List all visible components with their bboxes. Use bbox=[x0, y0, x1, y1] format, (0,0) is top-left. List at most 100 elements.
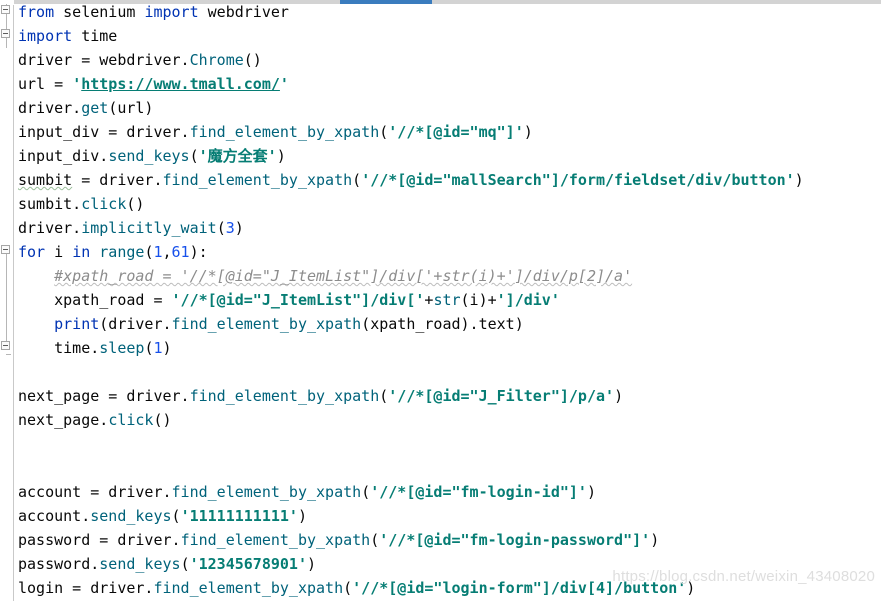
code-line[interactable]: for i in range(1,61): bbox=[14, 240, 881, 264]
code-token: get bbox=[81, 99, 109, 117]
code-editor[interactable]: from selenium import webdriver import tim… bbox=[0, 0, 881, 601]
code-token: selenium bbox=[54, 3, 145, 21]
code-token: sleep bbox=[99, 339, 145, 357]
code-token: ( bbox=[180, 555, 190, 573]
code-token: xpath_road = bbox=[18, 291, 172, 309]
code-token: ) bbox=[523, 123, 533, 141]
code-token: str bbox=[433, 291, 461, 309]
code-token: account = driver. bbox=[18, 483, 172, 501]
code-token: ) bbox=[794, 171, 804, 189]
code-line[interactable]: next_page.click() bbox=[14, 408, 881, 432]
code-token: '//*[@id="fm-login-id"]' bbox=[370, 483, 587, 501]
code-line[interactable]: xpath_road = '//*[@id="J_ItemList"]/div[… bbox=[14, 288, 881, 312]
code-token: find_element_by_xpath bbox=[189, 387, 380, 405]
code-token: time. bbox=[18, 339, 100, 357]
code-line[interactable]: driver.implicitly_wait(3) bbox=[14, 216, 881, 240]
code-line[interactable]: account = driver.find_element_by_xpath('… bbox=[14, 480, 881, 504]
code-token: = driver. bbox=[72, 171, 163, 189]
code-token: ( bbox=[379, 123, 389, 141]
code-token: https://www.tmall.com/ bbox=[81, 75, 280, 93]
code-line[interactable]: input_div.send_keys('魔方全套') bbox=[14, 144, 881, 168]
code-token: url = bbox=[18, 75, 73, 93]
editor-gutter[interactable] bbox=[0, 0, 14, 601]
code-token: 1 bbox=[153, 339, 163, 357]
code-token: find_element_by_xpath bbox=[171, 315, 362, 333]
code-token: ): bbox=[189, 243, 208, 261]
code-line[interactable]: #xpath_road = '//*[@id="J_ItemList"]/div… bbox=[14, 264, 881, 288]
fold-marker-imports[interactable] bbox=[1, 5, 10, 14]
code-line[interactable]: time.sleep(1) bbox=[14, 336, 881, 360]
code-token: 61 bbox=[171, 243, 190, 261]
code-line[interactable]: sumbit.click() bbox=[14, 192, 881, 216]
code-token: 3 bbox=[225, 219, 235, 237]
code-token: + bbox=[487, 291, 497, 309]
code-token: ) bbox=[307, 555, 317, 573]
code-token: click bbox=[108, 411, 154, 429]
code-token: input_div. bbox=[18, 147, 109, 165]
code-token: '//*[@id="fm-login-password"]' bbox=[379, 531, 651, 549]
code-token: (i) bbox=[460, 291, 488, 309]
code-line[interactable] bbox=[14, 360, 881, 384]
code-token: find_element_by_xpath bbox=[189, 123, 380, 141]
code-line[interactable]: import time bbox=[14, 24, 881, 48]
code-token: driver = webdriver. bbox=[18, 51, 190, 69]
code-token: (driver. bbox=[99, 315, 172, 333]
code-token: ( bbox=[361, 483, 371, 501]
code-token: send_keys bbox=[90, 507, 172, 525]
code-line[interactable]: sumbit = driver.find_element_by_xpath('/… bbox=[14, 168, 881, 192]
code-token: '12345678901' bbox=[189, 555, 307, 573]
code-token: sumbit. bbox=[18, 195, 82, 213]
code-line[interactable]: from selenium import webdriver bbox=[14, 0, 881, 24]
fold-marker-import-time[interactable] bbox=[1, 29, 10, 38]
code-token: ( bbox=[189, 147, 199, 165]
code-token: i bbox=[45, 243, 73, 261]
code-token: 1 bbox=[153, 243, 163, 261]
code-line[interactable] bbox=[14, 456, 881, 480]
code-token: webdriver bbox=[198, 3, 289, 21]
fold-marker-for-loop-end[interactable] bbox=[1, 341, 10, 350]
code-token: (url) bbox=[108, 99, 154, 117]
code-token: ( bbox=[379, 387, 389, 405]
code-token: sumbit bbox=[18, 171, 73, 189]
code-line[interactable]: input_div = driver.find_element_by_xpath… bbox=[14, 120, 881, 144]
code-token: '//*[@id="mq"]' bbox=[388, 123, 524, 141]
code-token: ) bbox=[650, 531, 660, 549]
code-token: () bbox=[243, 51, 262, 69]
code-line[interactable]: driver = webdriver.Chrome() bbox=[14, 48, 881, 72]
code-token: '//*[@id="mallSearch"]/form/fieldset/div… bbox=[361, 171, 795, 189]
code-token: find_element_by_xpath bbox=[153, 579, 344, 597]
code-token: in bbox=[72, 243, 91, 261]
code-token: '魔方全套' bbox=[198, 147, 277, 165]
watermark-text: https://blog.csdn.net/weixin_43408020 bbox=[612, 568, 875, 585]
code-content[interactable]: from selenium import webdriver import tim… bbox=[14, 0, 881, 601]
fold-rail bbox=[6, 250, 7, 350]
code-line[interactable]: print(driver.find_element_by_xpath(xpath… bbox=[14, 312, 881, 336]
code-token: #xpath_road = '//*[@id="J_ItemList"]/div… bbox=[54, 267, 633, 285]
code-line[interactable]: url = 'https://www.tmall.com/' bbox=[14, 72, 881, 96]
code-token: import bbox=[18, 27, 73, 45]
code-line[interactable]: account.send_keys('11111111111') bbox=[14, 504, 881, 528]
code-token: ( bbox=[343, 579, 353, 597]
code-token: account. bbox=[18, 507, 91, 525]
code-token: '//*[@id="J_Filter"]/p/a' bbox=[388, 387, 615, 405]
code-token: password. bbox=[18, 555, 100, 573]
code-line[interactable]: next_page = driver.find_element_by_xpath… bbox=[14, 384, 881, 408]
code-token: ) bbox=[614, 387, 624, 405]
code-token: range bbox=[99, 243, 145, 261]
code-token: ' bbox=[72, 75, 82, 93]
code-token: ']/div' bbox=[496, 291, 560, 309]
code-line[interactable] bbox=[14, 432, 881, 456]
fold-rail-endcap bbox=[6, 354, 11, 355]
code-line[interactable]: password = driver.find_element_by_xpath(… bbox=[14, 528, 881, 552]
fold-marker-for-loop[interactable] bbox=[1, 245, 10, 254]
code-token: ' bbox=[279, 75, 289, 93]
code-token: ) bbox=[586, 483, 596, 501]
code-token: find_element_by_xpath bbox=[171, 483, 362, 501]
code-token: ) bbox=[162, 339, 172, 357]
code-line[interactable]: driver.get(url) bbox=[14, 96, 881, 120]
code-token: find_element_by_xpath bbox=[162, 171, 353, 189]
code-token: ( bbox=[216, 219, 226, 237]
